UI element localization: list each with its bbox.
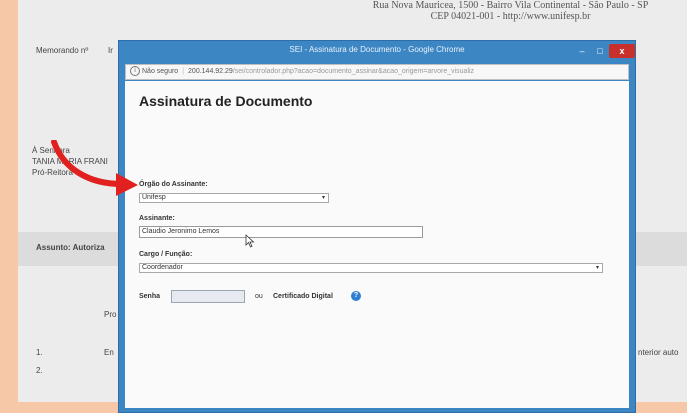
memo-paragraph-start: Pro bbox=[104, 310, 117, 319]
cargo-select-value: Coordenador bbox=[142, 264, 183, 271]
cargo-label: Cargo / Função: bbox=[139, 251, 193, 258]
assinante-input[interactable]: Claudio Jeronimo Lemos bbox=[139, 226, 423, 238]
close-button[interactable]: x bbox=[609, 44, 635, 58]
address-separator: | bbox=[182, 68, 185, 75]
senha-input[interactable] bbox=[171, 290, 245, 303]
memo-address-line1: Rua Nova Mauricea, 1500 - Bairro Vila Co… bbox=[372, 0, 649, 11]
memo-item1-right-text: nterior auto bbox=[638, 348, 679, 357]
memo-item2-number: 2. bbox=[36, 366, 43, 375]
url-path: /sei/controlador.php?acao=documento_assi… bbox=[232, 68, 475, 75]
info-icon[interactable]: i bbox=[130, 66, 140, 77]
memo-address-line2: CEP 04021-001 - http://www.unifesp.br bbox=[430, 11, 591, 22]
window-title: SEI - Assinatura de Documento - Google C… bbox=[289, 45, 465, 54]
maximize-button[interactable]: □ bbox=[592, 44, 608, 58]
senha-label: Senha bbox=[139, 293, 161, 300]
help-icon[interactable]: ? bbox=[351, 291, 361, 301]
memo-item1-number: 1. bbox=[36, 348, 43, 357]
orgao-select-value: Unifesp bbox=[142, 194, 166, 201]
mouse-cursor-icon bbox=[245, 234, 255, 248]
chrome-popup-window: SEI - Assinatura de Documento - Google C… bbox=[118, 40, 636, 413]
memo-number-suffix: Ir bbox=[108, 46, 113, 55]
ou-label: ou bbox=[255, 293, 263, 300]
address-bar[interactable]: i Não seguro | 200.144.92.29/sei/controlado… bbox=[125, 64, 629, 80]
orgao-label: Órgão do Assinante: bbox=[139, 181, 208, 188]
memo-subject: Assunto: Autoriza bbox=[36, 243, 105, 252]
memo-item1-text: En bbox=[104, 348, 114, 357]
orgao-select[interactable]: Unifesp ▾ bbox=[139, 193, 329, 203]
chevron-down-icon: ▾ bbox=[595, 265, 599, 271]
minimize-button[interactable]: – bbox=[573, 44, 591, 58]
memo-address: Rua Nova Mauricea, 1500 - Bairro Vila Co… bbox=[338, 0, 683, 22]
assinante-label: Assinante: bbox=[139, 215, 175, 222]
signature-form-content: Assinatura de Documento Órgão do Assinan… bbox=[125, 81, 629, 408]
cargo-select[interactable]: Coordenador ▾ bbox=[139, 263, 603, 273]
red-arrow-icon bbox=[51, 140, 138, 196]
window-titlebar[interactable]: SEI - Assinatura de Documento - Google C… bbox=[119, 41, 635, 61]
url-host: 200.144.92.29 bbox=[188, 68, 233, 75]
security-label: Não seguro bbox=[142, 68, 179, 75]
memo-number-label: Memorando nº bbox=[36, 46, 89, 55]
certificado-digital-label[interactable]: Certificado Digital bbox=[273, 293, 333, 300]
page-title: Assinatura de Documento bbox=[139, 93, 313, 109]
chevron-down-icon: ▾ bbox=[321, 195, 325, 201]
